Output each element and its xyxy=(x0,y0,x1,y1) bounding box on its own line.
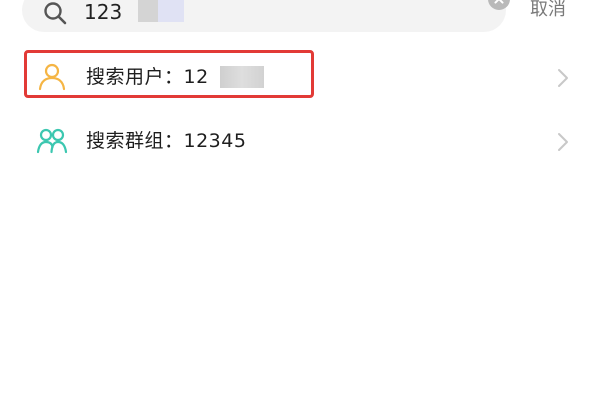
redaction-mask xyxy=(158,0,184,22)
redaction-mask xyxy=(220,66,264,88)
search-bar[interactable]: 123 xyxy=(22,0,510,32)
search-icon xyxy=(44,2,67,25)
search-screen: 123 取消 搜索用户：12 搜索群组：12345 xyxy=(0,0,600,420)
search-users-label: 搜索用户：12 xyxy=(86,66,209,88)
group-icon xyxy=(36,128,68,154)
chevron-right-icon xyxy=(558,69,568,87)
search-groups-row[interactable]: 搜索群组：12345 xyxy=(0,111,600,173)
redaction-mask xyxy=(138,0,158,22)
search-users-row[interactable]: 搜索用户：12 xyxy=(0,47,600,109)
chevron-right-icon xyxy=(558,133,568,151)
clear-icon[interactable] xyxy=(488,0,510,10)
cancel-button[interactable]: 取消 xyxy=(530,0,566,21)
search-input[interactable]: 123 xyxy=(84,0,122,24)
search-groups-label: 搜索群组：12345 xyxy=(86,130,247,152)
user-icon xyxy=(38,63,66,91)
